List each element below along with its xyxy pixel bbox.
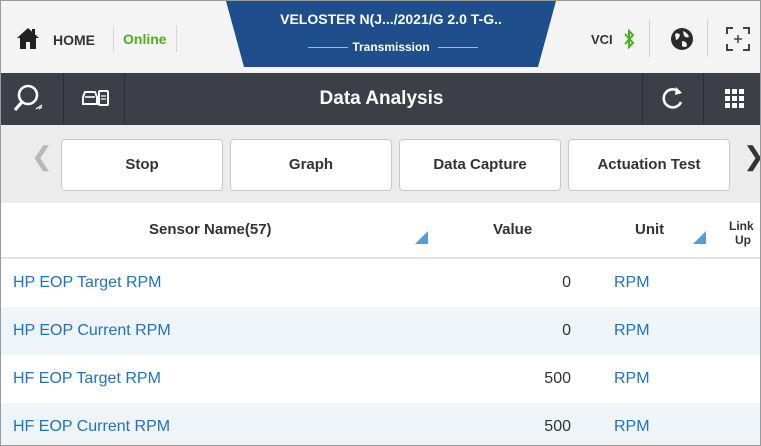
sensor-name-cell: HP EOP Target RPM	[13, 274, 162, 291]
divider	[124, 73, 125, 125]
vehicle-info-icon	[82, 90, 109, 106]
value-cell: 0	[562, 274, 571, 291]
grid-menu-icon	[725, 89, 744, 108]
fullscreen-icon[interactable]	[724, 25, 752, 58]
refresh-button[interactable]	[643, 73, 703, 125]
unit-cell: RPM	[614, 418, 650, 435]
online-status: Online	[113, 26, 177, 52]
vehicle-info-banner[interactable]: VELOSTER N(J.../2021/G 2.0 T-G.. Transmi…	[226, 1, 556, 67]
app-window: HOME Online VELOSTER N(J.../2021/G 2.0 T…	[0, 0, 761, 446]
actuation-test-button[interactable]: Actuation Test	[568, 139, 730, 191]
sensor-name-cell: HF EOP Current RPM	[13, 418, 171, 435]
sensor-name-header[interactable]: Sensor Name(57)	[149, 203, 272, 257]
table-row[interactable]: HP EOP Target RPM 0 RPM	[1, 259, 760, 307]
sensor-name-cell: HF EOP Target RPM	[13, 370, 161, 387]
data-capture-button[interactable]: Data Capture	[399, 139, 561, 191]
graph-button[interactable]: Graph	[230, 139, 392, 191]
refresh-icon	[662, 87, 683, 109]
link-up-header-line2: Up	[735, 233, 751, 247]
value-cell: 500	[544, 418, 571, 435]
table-row[interactable]: HF EOP Target RPM 500 RPM	[1, 355, 760, 403]
table-row[interactable]: HP EOP Current RPM 0 RPM	[1, 307, 760, 355]
chevron-right-icon[interactable]: ❯	[743, 141, 760, 172]
unit-cell: RPM	[614, 274, 650, 291]
home-icon[interactable]	[15, 25, 41, 51]
unit-header[interactable]: Unit	[635, 203, 664, 257]
chevron-left-icon[interactable]: ❮	[31, 141, 53, 172]
action-bar: ❮ Stop Graph Data Capture Actuation Test…	[1, 125, 760, 203]
value-cell: 0	[562, 322, 571, 339]
link-up-header-line1: Link	[729, 219, 754, 233]
vci-label: VCI	[591, 32, 613, 47]
toolbar: Data Analysis	[1, 73, 760, 125]
bluetooth-icon	[623, 28, 635, 54]
table-row[interactable]: HF EOP Current RPM 500 RPM	[1, 403, 760, 445]
unit-cell: RPM	[614, 370, 650, 387]
vehicle-system: Transmission	[352, 40, 430, 54]
stop-button[interactable]: Stop	[61, 139, 223, 191]
value-cell: 500	[544, 370, 571, 387]
sort-indicator-icon	[415, 231, 428, 244]
search-icon	[13, 84, 43, 112]
value-header[interactable]: Value	[493, 203, 532, 257]
globe-icon[interactable]	[668, 25, 696, 58]
home-label[interactable]: HOME	[53, 32, 95, 48]
status-bar: HOME Online VELOSTER N(J.../2021/G 2.0 T…	[1, 1, 760, 73]
sort-indicator-icon	[693, 231, 706, 244]
divider	[649, 19, 650, 57]
link-up-header[interactable]: Link Up	[729, 219, 760, 247]
unit-cell: RPM	[614, 322, 650, 339]
grid-menu-button[interactable]	[704, 73, 760, 125]
search-button[interactable]	[1, 73, 63, 125]
vehicle-title: VELOSTER N(J.../2021/G 2.0 T-G..	[280, 11, 502, 27]
vehicle-info-button[interactable]	[64, 73, 124, 125]
sensor-name-cell: HP EOP Current RPM	[13, 322, 171, 339]
table-header: Sensor Name(57) Value Unit Link Up	[1, 203, 760, 259]
divider	[707, 19, 708, 57]
